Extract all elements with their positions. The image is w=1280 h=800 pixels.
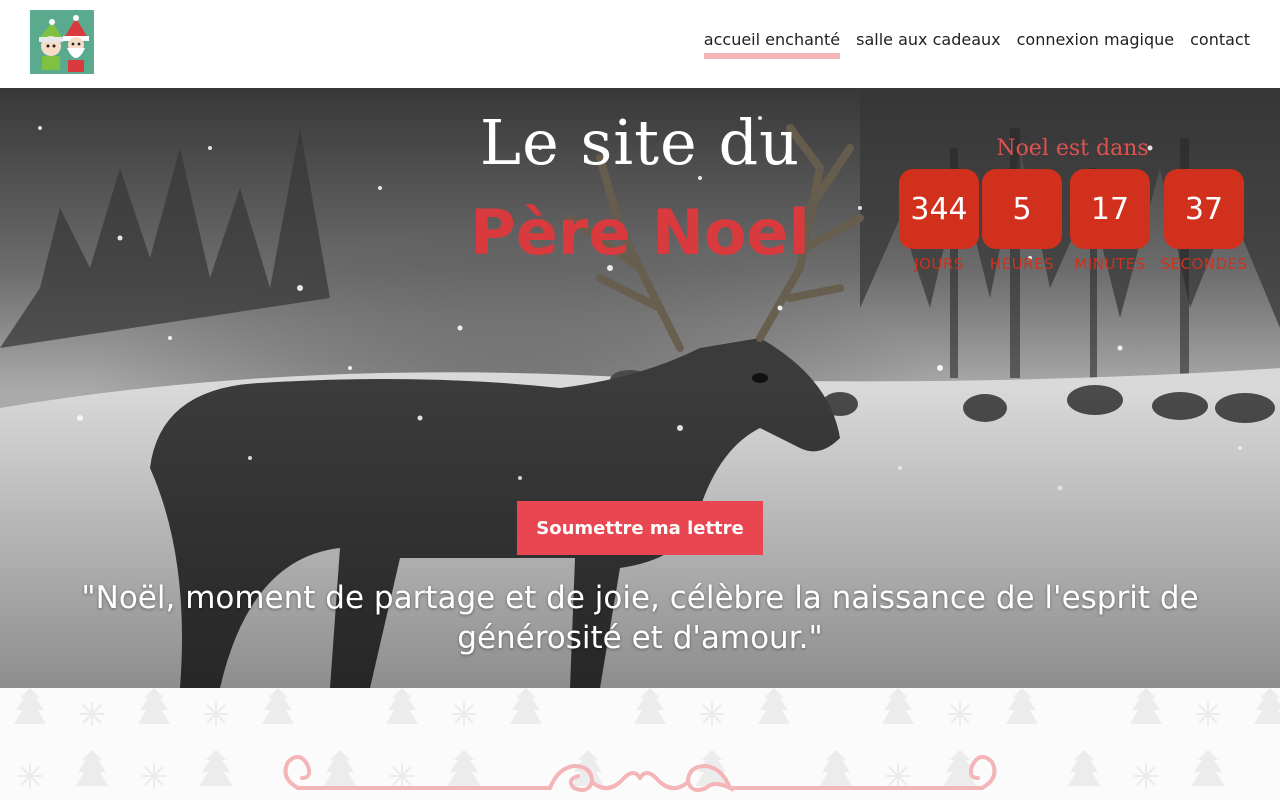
countdown-seconds: 37 SECONDES xyxy=(1156,169,1252,273)
countdown-days: 344 JOURS xyxy=(894,169,984,273)
countdown-days-value: 344 xyxy=(899,169,979,249)
countdown-hours-value: 5 xyxy=(982,169,1062,249)
countdown-seconds-value: 37 xyxy=(1164,169,1244,249)
countdown-days-unit: JOURS xyxy=(914,255,964,273)
logo[interactable] xyxy=(30,10,94,74)
countdown-minutes-unit: MINUTES xyxy=(1074,255,1146,273)
hero-section: Le site du Père Noel Noel est dans 344 J… xyxy=(0,88,1280,688)
countdown-seconds-unit: SECONDES xyxy=(1160,255,1248,273)
main-nav: accueil enchanté salle aux cadeaux conne… xyxy=(703,30,1250,59)
hero-title-line1: Le site du xyxy=(479,106,801,179)
submit-letter-button[interactable]: Soumettre ma lettre xyxy=(517,501,763,555)
elf-santa-logo-icon xyxy=(38,15,89,72)
nav-contact[interactable]: contact xyxy=(1190,30,1250,53)
christmas-pattern-section xyxy=(0,688,1280,800)
countdown-minutes: 17 MINUTES xyxy=(1065,169,1155,273)
countdown-hours-unit: HEURES xyxy=(989,255,1055,273)
countdown-hours: 5 HEURES xyxy=(977,169,1067,273)
nav-cadeaux[interactable]: salle aux cadeaux xyxy=(856,30,1000,53)
decorative-flourish-icon xyxy=(283,754,997,793)
hero-title-line2: Père Noel xyxy=(470,196,810,269)
countdown-minutes-value: 17 xyxy=(1070,169,1150,249)
nav-connexion[interactable]: connexion magique xyxy=(1017,30,1175,53)
site-header: accueil enchanté salle aux cadeaux conne… xyxy=(0,0,1280,88)
nav-accueil[interactable]: accueil enchanté xyxy=(703,30,841,59)
hero-quote: "Noël, moment de partage et de joie, cél… xyxy=(81,580,1199,656)
countdown-title: Noel est dans xyxy=(996,136,1149,161)
pattern-row xyxy=(14,688,1280,724)
countdown: 344 JOURS 5 HEURES 17 MINUTES 37 SECONDE… xyxy=(894,169,1254,279)
